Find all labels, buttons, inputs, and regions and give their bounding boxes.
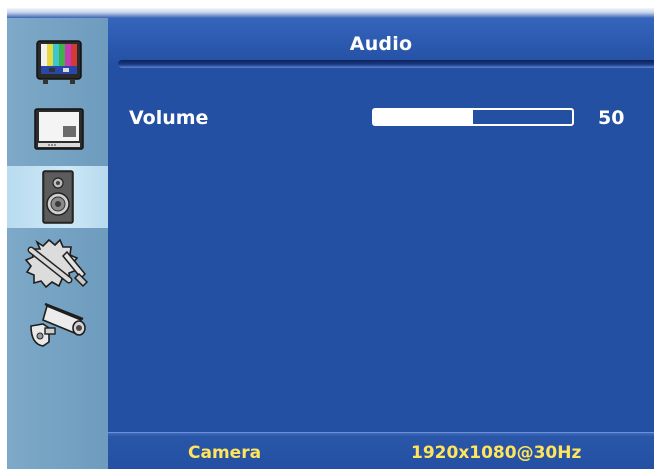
top-highlight-strip (7, 8, 654, 18)
input-source-label: Camera (188, 443, 262, 463)
osd-menu-window: Audio Volume 50 Camera 1920x1080@30Hz (7, 8, 654, 469)
volume-slider-fill (374, 110, 473, 124)
main-panel: Audio Volume 50 (108, 18, 654, 432)
page-title: Audio (349, 33, 413, 55)
sidebar-item-camera[interactable] (7, 294, 108, 356)
volume-value: 50 (598, 107, 625, 129)
status-bar: Camera 1920x1080@30Hz (108, 432, 654, 469)
sidebar-item-audio[interactable] (7, 166, 108, 228)
title-divider (118, 60, 654, 68)
picture-tv-icon (27, 35, 89, 89)
volume-label: Volume (129, 107, 209, 129)
volume-slider[interactable] (372, 108, 574, 126)
speaker-icon (27, 168, 89, 226)
signal-resolution-label: 1920x1080@30Hz (411, 443, 582, 463)
security-camera-icon (23, 296, 93, 354)
sidebar-item-display[interactable] (7, 98, 108, 160)
title-bar: Audio (108, 18, 654, 68)
sidebar-item-setup[interactable] (7, 230, 108, 292)
sidebar-item-picture[interactable] (7, 31, 108, 93)
display-monitor-icon (27, 102, 89, 156)
sidebar (7, 18, 108, 469)
tools-setup-icon (23, 232, 93, 290)
